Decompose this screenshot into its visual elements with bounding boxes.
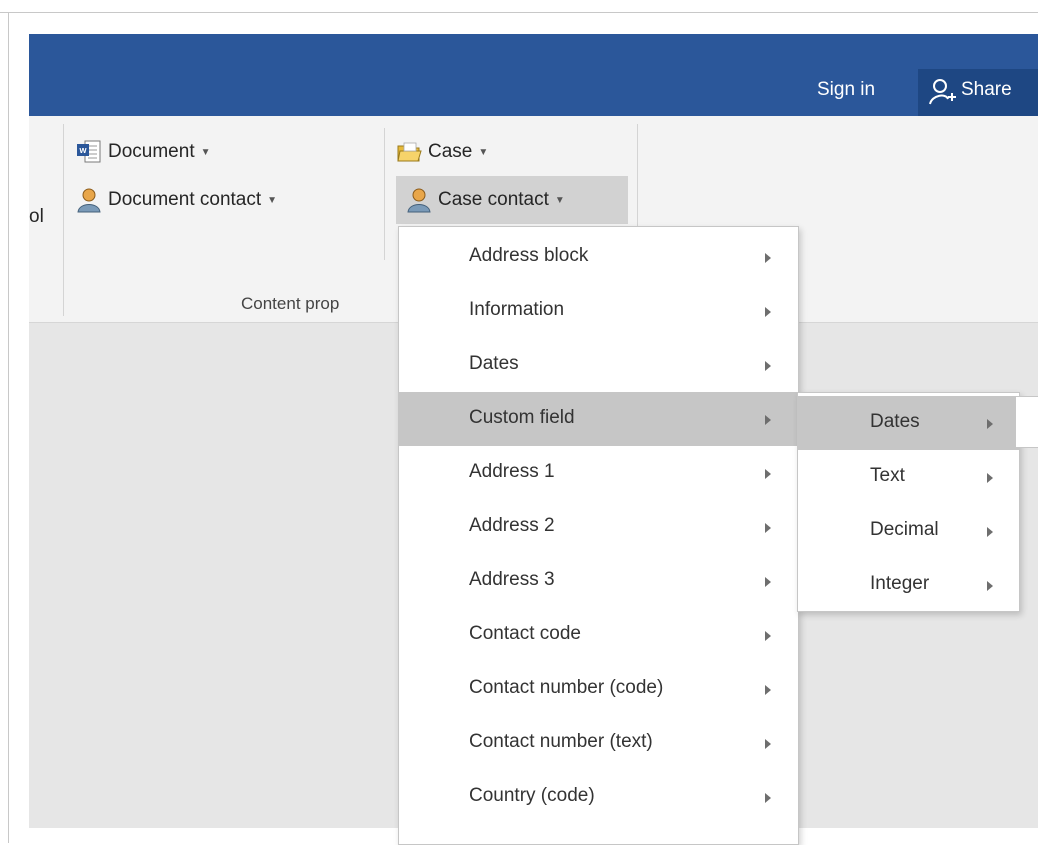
menu-item-address-1[interactable]: Address 1 [399,446,798,500]
menu-item-label: Country (code) [469,785,595,806]
folder-icon [397,142,422,162]
submenu-arrow-icon [765,307,771,317]
menu-item-address-3[interactable]: Address 3 [399,554,798,608]
menu-item-contact-number-text[interactable]: Contact number (text) [399,716,798,770]
dates-submenu-edge [1015,396,1038,448]
submenu-arrow-icon [765,685,771,695]
share-label: Share [961,79,1012,100]
menu-item-custom-field[interactable]: Custom field [399,392,798,446]
submenu-item-label: Integer [870,573,930,594]
ribbon-group-separator [63,124,64,316]
case-contact-button-label: Case contact [438,189,549,210]
submenu-item-decimal[interactable]: Decimal [798,504,1019,558]
case-contact-button[interactable]: Case contact ▼ [396,176,628,224]
sign-in-link[interactable]: Sign in [817,79,875,101]
contact-person-icon [77,188,101,213]
ribbon-column-separator [384,128,385,260]
document-contact-button-label: Document contact [108,189,262,210]
submenu-arrow-icon [987,419,993,429]
menu-item-address-block[interactable]: Address block [399,230,798,284]
submenu-arrow-icon [765,469,771,479]
menu-item-label: Address 1 [469,461,555,482]
submenu-arrow-icon [765,415,771,425]
submenu-arrow-icon [765,253,771,263]
menu-item-label: Address block [469,245,589,266]
chevron-down-icon: ▼ [200,146,211,158]
custom-field-submenu: Dates Text Decimal Integer [797,392,1020,612]
menu-item-label: Address 3 [469,569,555,590]
menu-item-country-code[interactable]: Country (code) [399,770,798,824]
title-bar: Sign in Share [29,34,1038,117]
window-frame-left [8,12,9,843]
document-button-label: Document [108,141,195,162]
submenu-arrow-icon [765,523,771,533]
ribbon-truncated-label: ol [29,206,44,227]
submenu-arrow-icon [765,793,771,803]
submenu-arrow-icon [987,527,993,537]
submenu-item-label: Decimal [870,519,939,540]
submenu-arrow-icon [765,631,771,641]
submenu-arrow-icon [987,581,993,591]
word-document-icon: w [77,140,101,163]
submenu-arrow-icon [765,361,771,371]
menu-item-contact-code[interactable]: Contact code [399,608,798,662]
submenu-arrow-icon [765,739,771,749]
svg-text:w: w [78,145,87,155]
share-person-icon [929,79,956,105]
document-button[interactable]: w Document ▼ [76,134,211,170]
menu-item-label: Information [469,299,565,320]
contact-person-icon [407,188,431,213]
submenu-item-label: Text [870,465,905,486]
submenu-item-dates[interactable]: Dates [798,396,1019,450]
chevron-down-icon: ▼ [478,146,489,158]
menu-item-label: Custom field [469,407,575,428]
menu-item-information[interactable]: Information [399,284,798,338]
ribbon-group-label: Content prop [241,294,340,313]
submenu-item-label: Dates [870,411,920,432]
menu-item-dates[interactable]: Dates [399,338,798,392]
menu-item-address-2[interactable]: Address 2 [399,500,798,554]
share-button[interactable]: Share [918,69,1038,117]
case-contact-dropdown-menu: Address block Information Dates Custom f… [398,226,799,845]
chevron-down-icon: ▼ [267,194,278,206]
submenu-arrow-icon [987,473,993,483]
menu-item-contact-number-code[interactable]: Contact number (code) [399,662,798,716]
menu-item-label: Contact number (code) [469,677,664,698]
menu-item-label: Contact number (text) [469,731,653,752]
submenu-item-integer[interactable]: Integer [798,558,1019,612]
submenu-arrow-icon [765,577,771,587]
window-frame-top [0,12,1038,13]
case-button-label: Case [428,141,473,162]
menu-item-label: Address 2 [469,515,555,536]
submenu-item-text[interactable]: Text [798,450,1019,504]
menu-item-label: Dates [469,353,519,374]
case-button[interactable]: Case ▼ [396,134,488,170]
chevron-down-icon: ▼ [554,194,565,206]
document-contact-button[interactable]: Document contact ▼ [76,182,277,218]
menu-item-label: Contact code [469,623,581,644]
